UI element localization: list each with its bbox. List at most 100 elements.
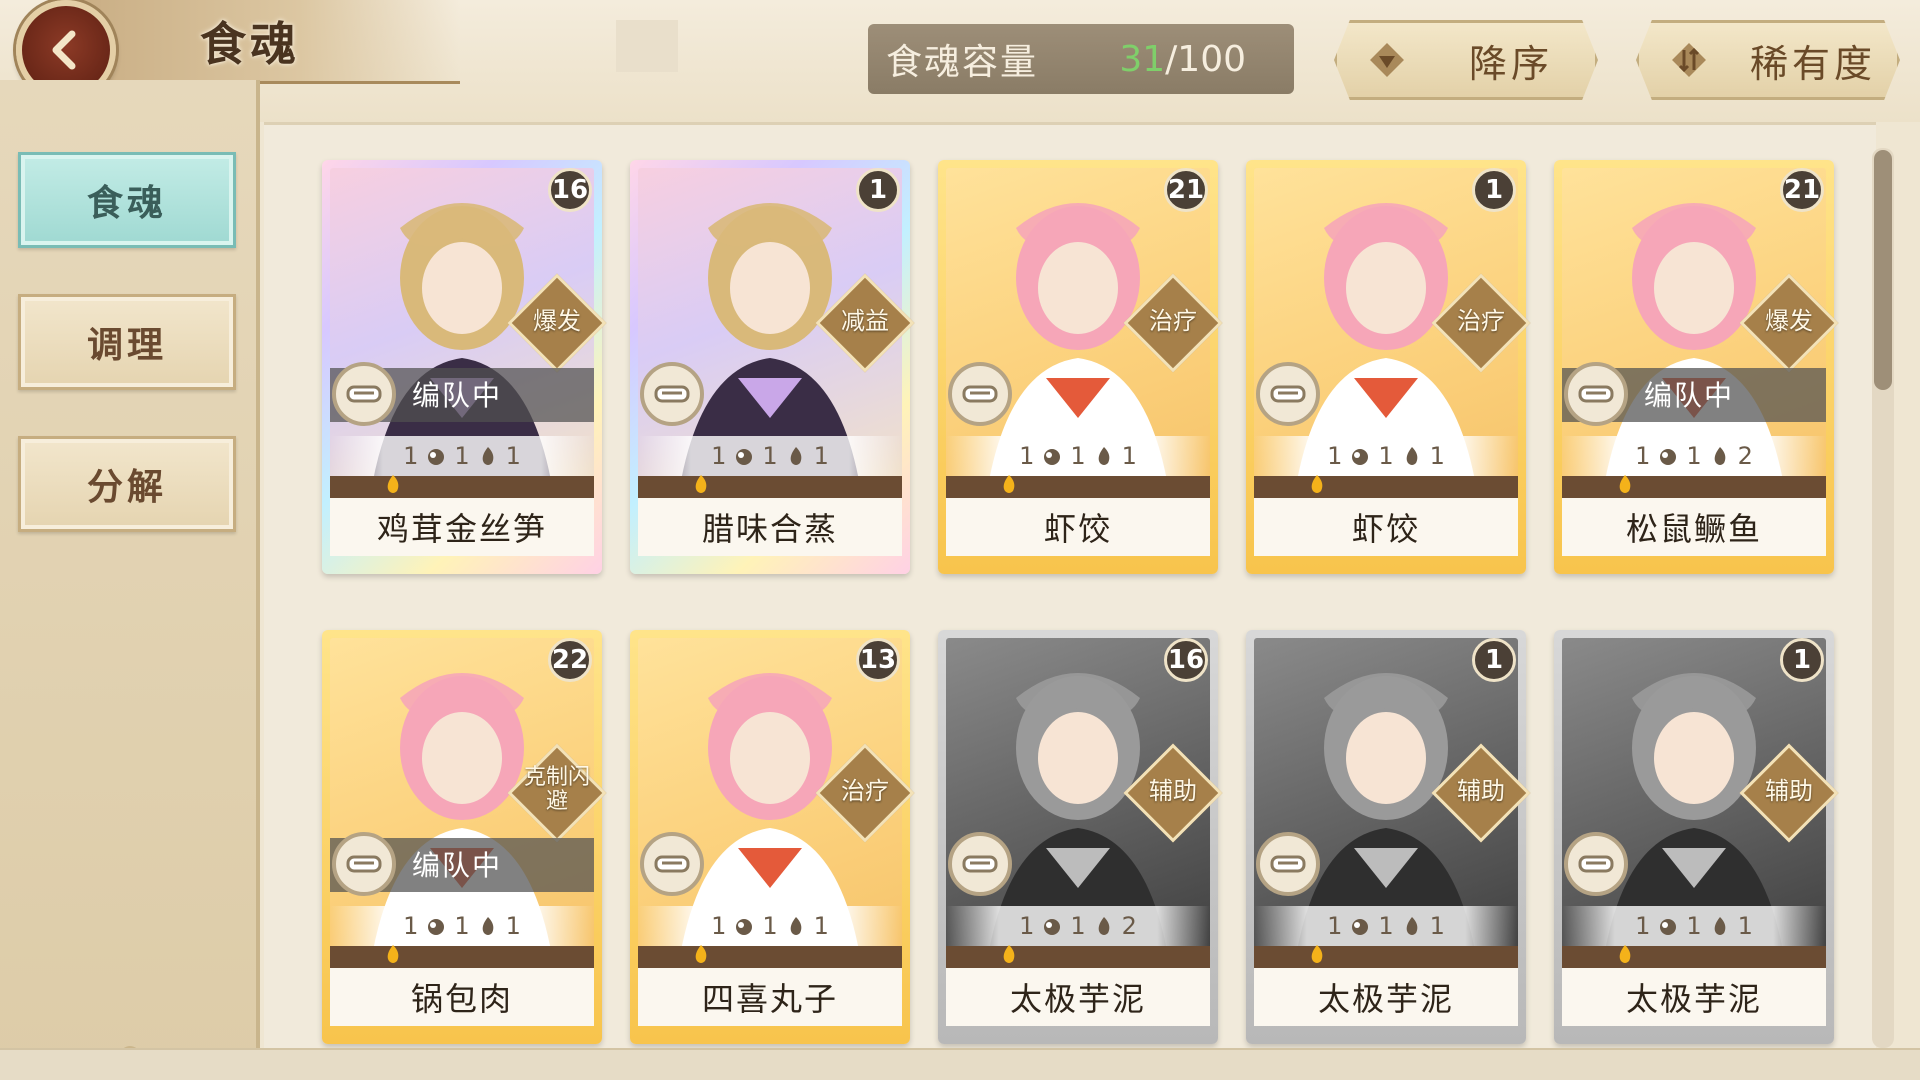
role-label: 辅助	[1765, 777, 1813, 805]
skill-stat-3: 2	[1737, 442, 1753, 470]
food-soul-name: 锅包肉	[330, 968, 594, 1026]
pot-icon	[640, 362, 704, 426]
fire-icon	[482, 917, 493, 935]
skill-stat-1: 1	[1019, 442, 1035, 470]
level-badge: 21	[1164, 168, 1208, 212]
skill-stats: 1 1 1	[946, 436, 1210, 476]
food-soul-name: 太极芋泥	[1562, 968, 1826, 1026]
sort-key-label: 稀有度	[1749, 41, 1876, 86]
skill-stats: 1 1 1	[330, 436, 594, 476]
flame-icon	[695, 945, 707, 963]
food-soul-name: 四喜丸子	[638, 968, 902, 1026]
food-soul-card[interactable]: 1 辅助 1 1 1 太极芋泥	[1246, 630, 1531, 1044]
flame-icon	[1619, 475, 1631, 493]
food-soul-card[interactable]: 1 治疗 1 1 1 虾饺	[1246, 160, 1531, 574]
cloud-icon	[1352, 919, 1369, 935]
role-label: 减益	[841, 307, 889, 335]
skill-stat-2: 1	[1378, 442, 1394, 470]
food-soul-name: 虾饺	[946, 498, 1210, 556]
role-label: 爆发	[1765, 307, 1813, 335]
level-badge: 16	[1164, 638, 1208, 682]
sort-swap-icon	[1667, 38, 1711, 82]
food-soul-card[interactable]: 21 治疗 1 1 1 虾饺	[938, 160, 1223, 574]
skill-stats: 1 1 2	[1562, 436, 1826, 476]
skill-stats: 1 1 1	[1254, 906, 1518, 946]
level-badge: 22	[548, 638, 592, 682]
flame-icon	[1311, 475, 1323, 493]
pot-icon	[1256, 832, 1320, 896]
skill-stat-3: 1	[1429, 912, 1445, 940]
food-soul-card[interactable]: 22 克制闪避 编队中 1 1 1 锅包肉	[322, 630, 607, 1044]
pot-icon	[332, 362, 396, 426]
skill-stat-1: 1	[1635, 442, 1651, 470]
fire-icon	[1406, 917, 1417, 935]
level-badge: 1	[1472, 638, 1516, 682]
fire-icon	[1406, 447, 1417, 465]
sidebar-item-decompose[interactable]: 分解	[18, 436, 236, 532]
sidebar: 食魂 调理 分解	[0, 80, 260, 1080]
skill-stat-3: 1	[1737, 912, 1753, 940]
food-soul-card[interactable]: 13 治疗 1 1 1 四喜丸子	[630, 630, 915, 1044]
skill-stat-1: 1	[403, 442, 419, 470]
sort-order-button[interactable]: 降序	[1334, 20, 1598, 100]
pot-icon	[1256, 362, 1320, 426]
sort-order-label: 降序	[1468, 41, 1553, 86]
flame-strip	[946, 946, 1210, 968]
flame-icon	[1003, 475, 1015, 493]
sidebar-item-food-souls[interactable]: 食魂	[18, 152, 236, 248]
sort-key-button[interactable]: 稀有度	[1636, 20, 1900, 100]
skill-stat-3: 1	[813, 912, 829, 940]
food-soul-name: 太极芋泥	[946, 968, 1210, 1026]
fire-icon	[1098, 447, 1109, 465]
flame-strip	[946, 476, 1210, 498]
level-badge: 16	[548, 168, 592, 212]
skill-stats: 1 1 1	[1562, 906, 1826, 946]
pot-icon	[1564, 362, 1628, 426]
skill-stat-1: 1	[1635, 912, 1651, 940]
flame-icon	[695, 475, 707, 493]
role-label: 辅助	[1149, 777, 1197, 805]
fire-icon	[482, 447, 493, 465]
skill-stat-2: 1	[762, 442, 778, 470]
chevron-left-icon	[52, 30, 76, 70]
food-soul-card[interactable]: 16 爆发 编队中 1 1 1 鸡茸金丝笋	[322, 160, 607, 574]
role-label: 克制闪避	[523, 765, 590, 814]
food-soul-name: 虾饺	[1254, 498, 1518, 556]
skill-stat-1: 1	[403, 912, 419, 940]
capacity-total: /100	[1165, 38, 1246, 80]
placeholder-block	[616, 20, 678, 72]
sidebar-item-conditioning[interactable]: 调理	[18, 294, 236, 390]
fire-icon	[1714, 447, 1725, 465]
food-soul-card[interactable]: 21 爆发 编队中 1 1 2 松鼠鳜鱼	[1554, 160, 1839, 574]
flame-strip	[330, 476, 594, 498]
flame-strip	[638, 476, 902, 498]
skill-stat-3: 2	[1121, 912, 1137, 940]
skill-stats: 1 1 2	[946, 906, 1210, 946]
skill-stat-2: 1	[1686, 442, 1702, 470]
scrollbar-thumb[interactable]	[1874, 150, 1892, 390]
skill-stat-1: 1	[1327, 442, 1343, 470]
pot-icon	[332, 832, 396, 896]
skill-stat-1: 1	[711, 912, 727, 940]
level-badge: 21	[1780, 168, 1824, 212]
pot-icon	[948, 832, 1012, 896]
capacity-display: 食魂容量 31/100	[868, 24, 1294, 94]
food-soul-card[interactable]: 1 辅助 1 1 1 太极芋泥	[1554, 630, 1839, 1044]
role-label: 爆发	[533, 307, 581, 335]
flame-icon	[387, 475, 399, 493]
flame-icon	[387, 945, 399, 963]
skill-stat-1: 1	[1327, 912, 1343, 940]
skill-stat-3: 1	[505, 442, 521, 470]
bottom-edge	[0, 1048, 1920, 1080]
capacity-value: 31/100	[1119, 39, 1246, 80]
fire-icon	[1714, 917, 1725, 935]
skill-stat-2: 1	[454, 442, 470, 470]
skill-stat-1: 1	[1019, 912, 1035, 940]
flame-icon	[1311, 945, 1323, 963]
pot-icon	[640, 832, 704, 896]
food-soul-card[interactable]: 16 辅助 1 1 2 太极芋泥	[938, 630, 1223, 1044]
team-status-label: 编队中	[1644, 379, 1735, 412]
food-soul-card[interactable]: 1 减益 1 1 1 腊味合蒸	[630, 160, 915, 574]
skill-stat-2: 1	[762, 912, 778, 940]
food-soul-name: 鸡茸金丝笋	[330, 498, 594, 556]
